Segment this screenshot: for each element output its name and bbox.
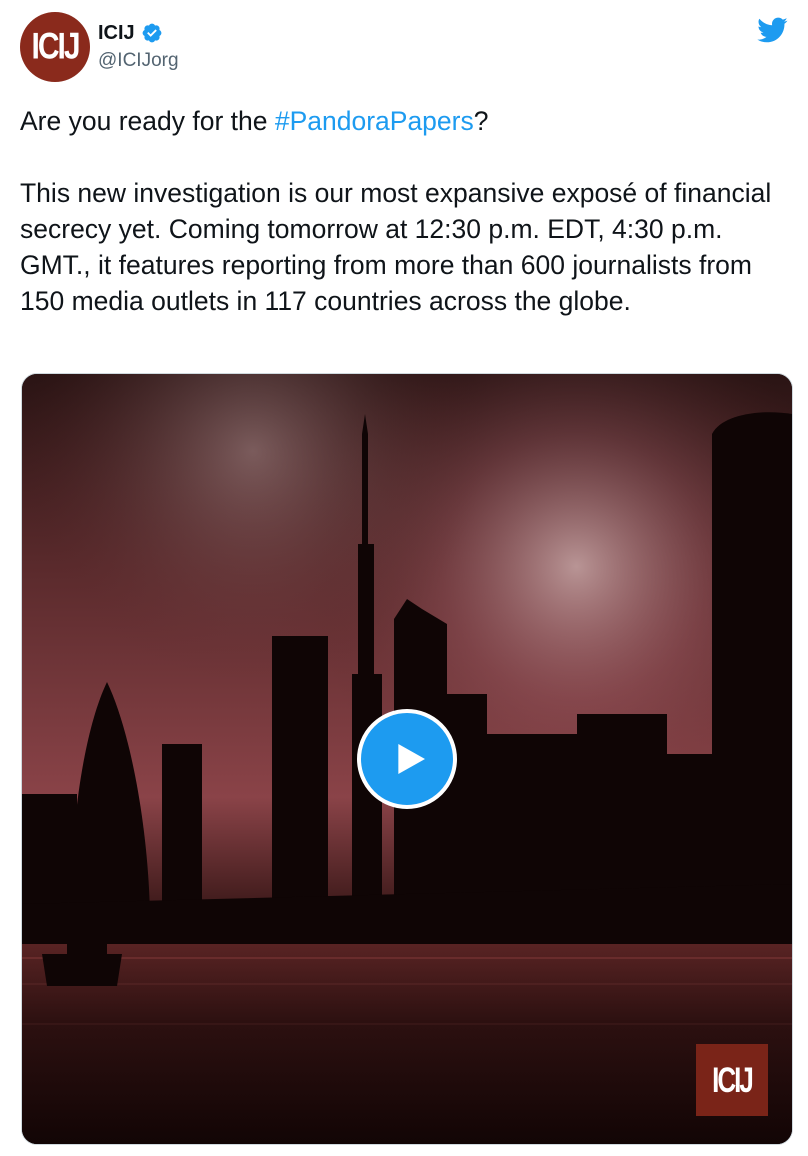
play-button[interactable]: [357, 709, 457, 809]
tweet-text-paragraph: This new investigation is our most expan…: [20, 178, 772, 316]
verified-badge-icon: [141, 22, 163, 44]
play-icon: [398, 744, 425, 774]
video-player[interactable]: ICIJ: [21, 373, 793, 1145]
author-info: ICIJ @ICIJorg: [98, 20, 179, 72]
twitter-bird-icon[interactable]: [754, 14, 790, 46]
name-row: ICIJ: [98, 20, 179, 46]
icij-watermark-logo: ICIJ: [696, 1044, 768, 1116]
avatar[interactable]: ICIJ: [20, 12, 90, 82]
hashtag-link[interactable]: #PandoraPapers: [275, 106, 474, 136]
tweet-text-prefix: Are you ready for the: [20, 106, 275, 136]
watermark-text: ICIJ: [712, 1059, 754, 1100]
tweet-card[interactable]: ICIJ ICIJ @ICIJorg Are you ready for the…: [0, 0, 808, 1156]
display-name[interactable]: ICIJ: [98, 22, 135, 45]
avatar-logo-text: ICIJ: [31, 25, 80, 67]
tweet-text-suffix: ?: [473, 106, 489, 136]
tweet-header: ICIJ ICIJ @ICIJorg: [20, 12, 790, 84]
tweet-text: Are you ready for the #PandoraPapers? Th…: [20, 103, 790, 319]
user-handle[interactable]: @ICIJorg: [98, 50, 179, 72]
tweet-text-line1: Are you ready for the #PandoraPapers?: [20, 103, 790, 139]
